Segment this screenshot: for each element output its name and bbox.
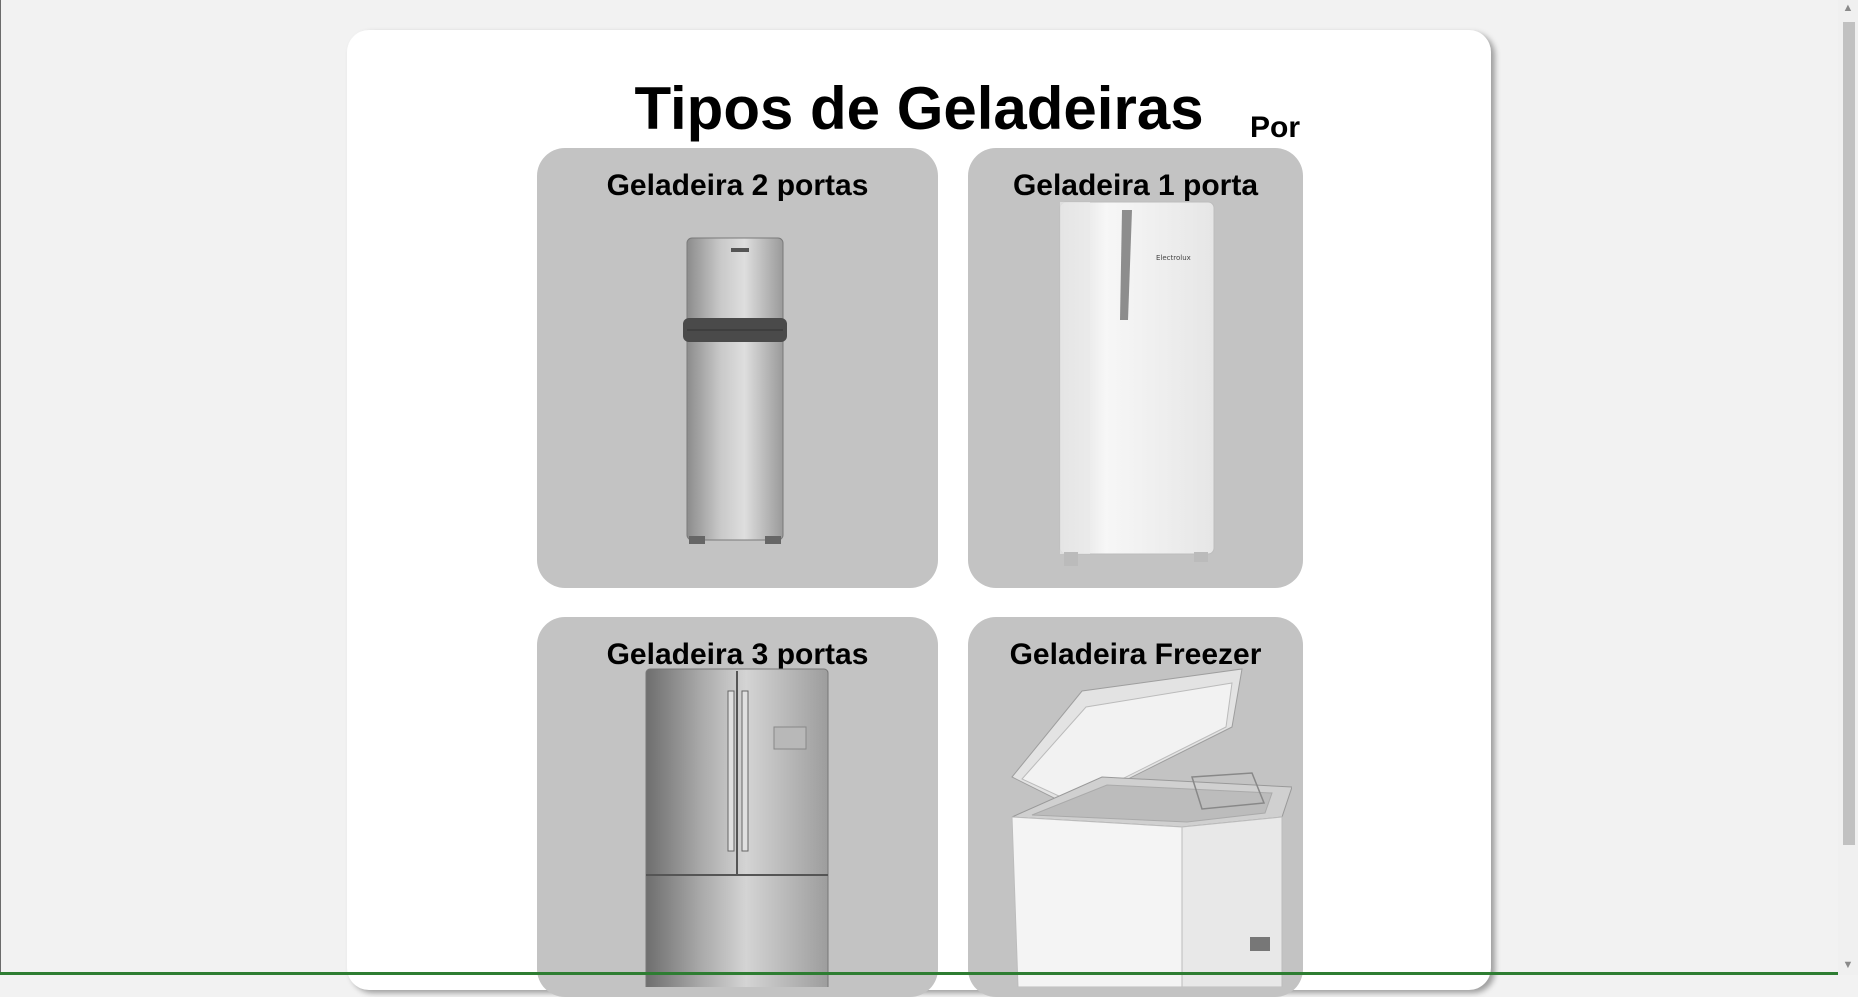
card-title: Geladeira 1 porta: [1012, 169, 1259, 202]
card-geladeira-3-portas[interactable]: Geladeira 3 portas: [537, 617, 938, 997]
two-door-fridge-image: [683, 237, 787, 544]
card-geladeira-freezer[interactable]: Geladeira Freezer: [968, 617, 1303, 997]
scroll-down-arrow-icon[interactable]: ▼: [1838, 957, 1858, 973]
one-door-fridge-image: Electrolux: [1059, 201, 1215, 566]
card-geladeira-1-porta[interactable]: Geladeira 1 porta Electrolux: [968, 148, 1303, 588]
svg-text:Electrolux: Electrolux: [1156, 254, 1191, 262]
window-edge: [0, 0, 1, 975]
scroll-up-arrow-icon[interactable]: ▲: [1838, 0, 1858, 16]
scrollbar-thumb[interactable]: [1843, 22, 1855, 845]
vertical-scrollbar[interactable]: ▲ ▼: [1838, 0, 1858, 975]
page-title: Tipos de Geladeiras: [634, 75, 1204, 142]
card-geladeira-2-portas[interactable]: Geladeira 2 portas: [537, 148, 938, 588]
french-door-fridge-image: [645, 668, 829, 987]
chest-freezer-image: [1011, 668, 1292, 987]
author-byline: Por: [1250, 111, 1301, 144]
card-title: Geladeira 2 portas: [606, 169, 869, 202]
